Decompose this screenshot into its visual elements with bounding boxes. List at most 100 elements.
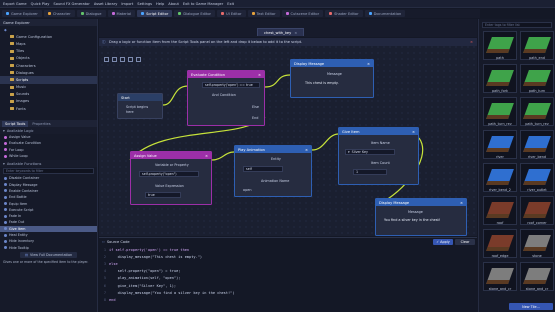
function-item[interactable]: Hide Tooltip	[0, 244, 97, 250]
assign-value-node[interactable]: Assign Value × Variable or Property self…	[130, 151, 212, 205]
tree-item-sounds[interactable]: Sounds	[0, 91, 97, 98]
tab-shader-editor[interactable]: Shader Editor	[325, 10, 363, 17]
menu-item-help[interactable]: Help	[156, 2, 164, 6]
item-name-select[interactable]: ▾ Silver Key	[345, 149, 395, 155]
close-icon[interactable]: ×	[367, 62, 370, 66]
logic-item[interactable]: While Loop	[0, 153, 97, 159]
code-text: else	[109, 261, 118, 266]
tile-label: stone	[532, 254, 542, 258]
tree-item-objects[interactable]: Objects	[0, 55, 97, 62]
tab-cutscene-editor[interactable]: Cutscene Editor	[281, 10, 324, 17]
function-icon	[4, 176, 7, 180]
menu-item-import[interactable]: Import	[121, 2, 133, 6]
pan-tool-icon[interactable]	[112, 57, 117, 62]
tree-item-maps[interactable]: Maps	[0, 40, 97, 47]
tile-label: river	[496, 155, 504, 159]
tile-preview-icon	[486, 103, 514, 119]
close-icon[interactable]: ×	[205, 154, 208, 158]
tile-preview-icon	[523, 202, 551, 218]
evaluate-condition-title: Evaluate Condition	[191, 72, 225, 77]
select-tool-icon[interactable]	[104, 57, 109, 62]
tab-material[interactable]: Material	[107, 10, 136, 17]
tab-text-editor[interactable]: Text Editor	[247, 10, 280, 17]
tab-character[interactable]: Character	[43, 10, 75, 17]
tab-script-tools[interactable]: Script Tools	[2, 120, 29, 127]
close-icon[interactable]: ×	[460, 201, 463, 205]
tab-properties[interactable]: Properties	[29, 122, 53, 126]
tab-documentation[interactable]: Documentation	[364, 10, 406, 17]
new-tile-label: New Tile...	[522, 304, 540, 309]
entity-field[interactable]: self	[243, 166, 283, 172]
tree-item-dialogues[interactable]: Dialogues	[0, 69, 97, 76]
tree-item-characters[interactable]: Characters	[0, 62, 97, 69]
game-explorer-header: Game Explorer	[0, 19, 97, 26]
chevron-down-icon: ▾	[348, 150, 350, 154]
gamepad-icon: ◆	[4, 27, 7, 32]
delete-icon[interactable]	[136, 57, 141, 62]
zoom-tool-icon[interactable]	[120, 57, 125, 62]
close-icon[interactable]: ×	[470, 40, 473, 44]
close-icon[interactable]: ×	[305, 148, 308, 152]
menu-item-quick-play[interactable]: Quick Play	[31, 2, 50, 6]
menubar: Export Game Quick Play Sound FX Generator A…	[0, 0, 555, 8]
tab-icon	[285, 12, 289, 15]
tab-script-file[interactable]: chest_with_key ×	[257, 28, 305, 36]
menu-item-exit[interactable]: Exit	[227, 2, 234, 6]
display-message-node-1[interactable]: Display Message × Message This chest is …	[290, 59, 374, 98]
tile-grid: path path_end path_fork path_turn path_turn_…	[479, 31, 555, 301]
menu-item-settings[interactable]: Settings	[137, 2, 152, 6]
tree-item-game-configuration[interactable]: Game Configuration	[0, 33, 97, 40]
tree-root[interactable]: ◆	[0, 26, 97, 33]
left-panel: Game Explorer ◆ Game Configuration Maps Til…	[0, 19, 98, 312]
tree-item-images[interactable]: Images	[0, 98, 97, 105]
menu-item-exit-to-game-manager[interactable]: Exit to Game Manager	[183, 2, 223, 6]
available-functions-header[interactable]: ▾ Available Functions	[0, 160, 97, 168]
tab-ui-editor[interactable]: UI Editor	[217, 10, 246, 17]
source-code-title: Source Code	[106, 240, 130, 244]
view-documentation-button[interactable]: ▤ View Full Documentation	[20, 251, 77, 258]
apply-button[interactable]: ✓ Apply	[433, 239, 453, 245]
play-animation-node[interactable]: Play Animation × Entity self Animation N…	[234, 145, 312, 197]
menu-item-about[interactable]: About	[168, 2, 179, 6]
item-count-field[interactable]: 1	[353, 169, 387, 175]
display-message-node-2[interactable]: Display Message × Message You find a sil…	[375, 198, 467, 236]
tile-filter-input[interactable]: Enter tags to filter list	[482, 22, 552, 28]
tree-item-music[interactable]: Music	[0, 84, 97, 91]
give-item-node[interactable]: Give Item × Item Name ▾ Silver Key Item …	[338, 127, 419, 185]
tree-item-fonts[interactable]: Fonts	[0, 105, 97, 112]
logic-icon	[4, 154, 7, 158]
menu-item-asset-library[interactable]: Asset Library	[94, 2, 118, 6]
close-icon[interactable]: ×	[412, 130, 415, 134]
code-line: 5 play_animation(self, "open");	[99, 275, 477, 282]
copy-icon[interactable]	[128, 57, 133, 62]
tab-dialogue-editor[interactable]: Dialogue Editor	[174, 10, 216, 17]
item-name-label: Item Name	[371, 141, 390, 145]
tile-label: roof_corner	[527, 221, 547, 225]
menu-item-export-game[interactable]: Export Game	[3, 2, 27, 6]
tree-item-tiles[interactable]: Tiles	[0, 48, 97, 55]
function-filter-input[interactable]: Enter keywords to filter	[3, 168, 94, 175]
code-editor[interactable]: 1 if self.property('open') == true then 2 …	[99, 246, 477, 304]
tab-label: Documentation	[373, 11, 402, 16]
tree-item-scripts[interactable]: Scripts	[0, 76, 97, 84]
tab-game-explorer[interactable]: Game Explorer	[2, 10, 42, 17]
new-tile-button[interactable]: New Tile...	[509, 303, 553, 310]
function-item-label: Equip Item	[9, 201, 28, 206]
available-logic-header[interactable]: ▾ Available Logic	[0, 127, 97, 134]
tab-dialogue[interactable]: Dialogue	[76, 10, 106, 17]
start-node[interactable]: Start Script begins here	[117, 93, 163, 119]
close-icon[interactable]: ×	[258, 73, 261, 77]
evaluate-condition-node[interactable]: Evaluate Condition × self.property('open…	[187, 70, 265, 126]
animation-name-value[interactable]: open	[243, 188, 251, 192]
display-message-header-2: Display Message ×	[376, 199, 466, 206]
close-icon[interactable]: ×	[294, 31, 297, 35]
clear-button[interactable]: Clear	[455, 239, 475, 245]
folder-icon	[10, 99, 14, 103]
tab-script-editor[interactable]: Script Editor	[137, 10, 173, 17]
folder-icon	[10, 64, 14, 68]
menu-item-sound-fx-generator[interactable]: Sound FX Generator	[53, 2, 89, 6]
line-number: 5	[103, 276, 106, 281]
value-expression-field[interactable]: true	[145, 192, 181, 198]
condition-field[interactable]: self.property('open') == true	[202, 82, 260, 88]
variable-field[interactable]: self.property("open")	[139, 171, 199, 177]
